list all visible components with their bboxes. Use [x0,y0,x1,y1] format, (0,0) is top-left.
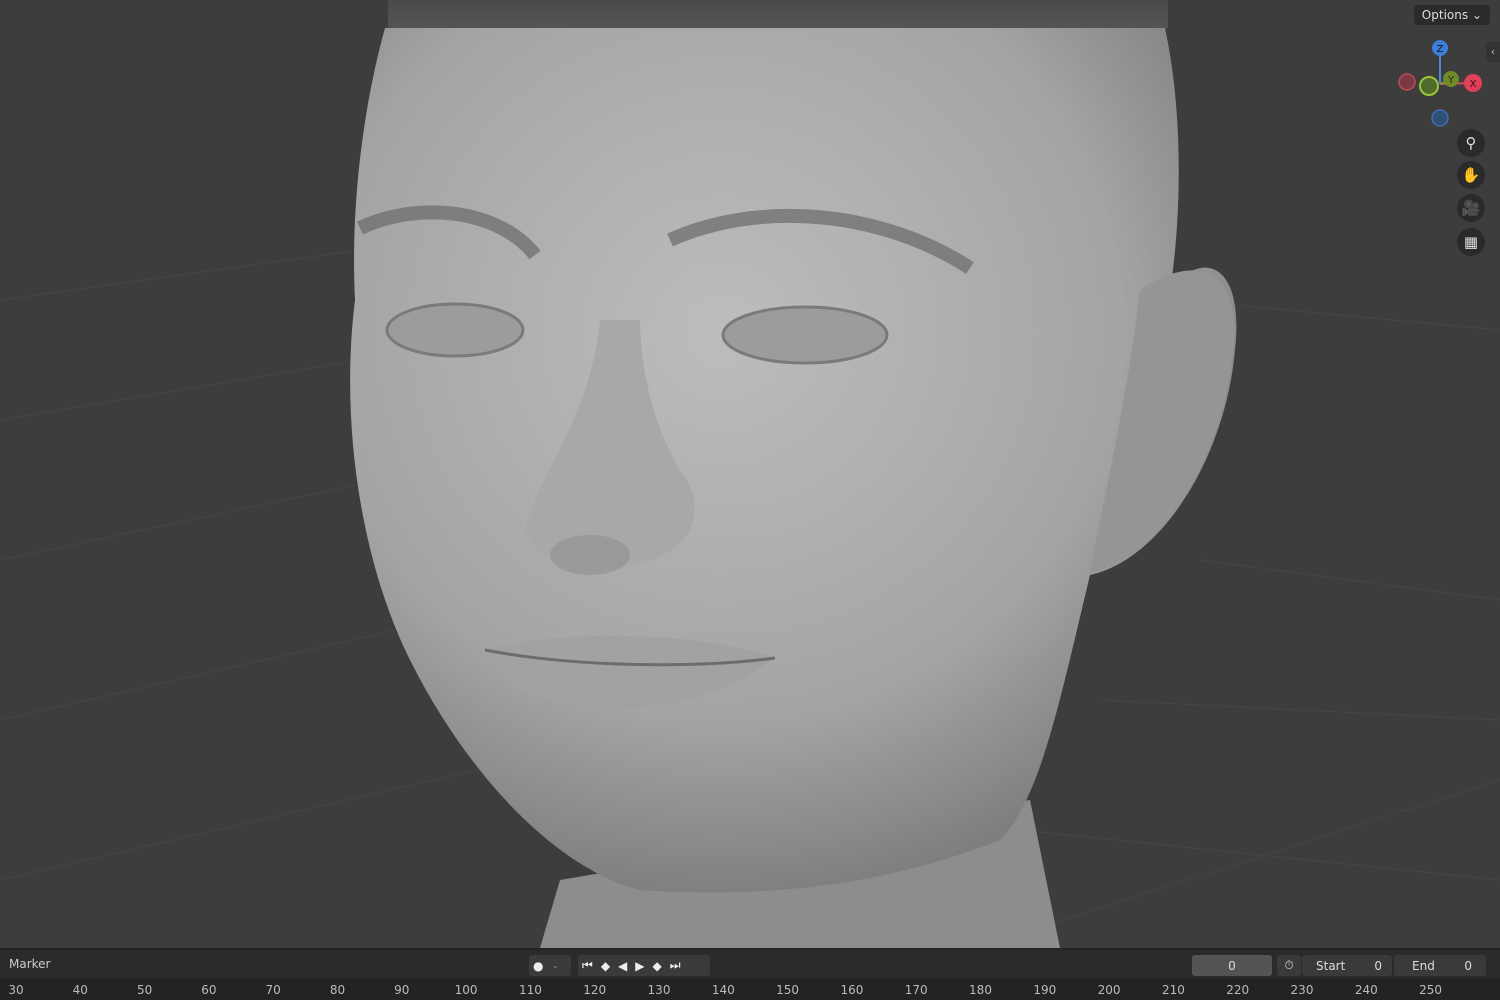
options-label: Options [1421,8,1469,22]
jump-start-icon[interactable]: ⏮ [578,958,597,973]
start-frame-field[interactable]: Start 0 [1302,955,1392,976]
auto-keying-toggle[interactable]: ● ⌄ [529,955,571,976]
prev-keyframe-icon[interactable]: ◆ [597,959,614,973]
current-frame-field[interactable]: 0 [1192,955,1272,976]
play-reverse-icon[interactable]: ◀ [614,959,631,973]
grid-ortho-icon[interactable]: ▦ [1457,228,1485,256]
z-axis-label: Z [1437,44,1444,55]
ruler-tick: 200 [1097,983,1121,997]
chevron-down-icon: ⌄ [1471,8,1482,22]
ruler-tick: 60 [201,983,217,997]
timeline-header: Marker ● ⌄ ⏮ ◆ ◀ ▶ ◆ ⏭ 0 ⏱ Start 0 End 0 [0,950,1500,978]
end-value: 0 [1464,958,1472,973]
ruler-tick: 150 [776,983,800,997]
start-label: Start [1316,958,1346,973]
ruler-tick: 180 [969,983,992,997]
ruler-tick: 230 [1290,983,1314,997]
ruler-tick: 160 [840,983,864,997]
play-icon[interactable]: ▶ [631,959,648,973]
ruler-tick: 250 [1419,983,1443,997]
start-value: 0 [1374,958,1382,973]
next-keyframe-icon[interactable]: ◆ [649,959,666,973]
ruler-tick: 140 [711,983,735,997]
end-frame-field[interactable]: End 0 [1394,955,1486,976]
ruler-tick: 240 [1354,983,1378,997]
ruler-tick: 30 [8,983,24,997]
axis-gizmo[interactable]: Y Z X [1395,36,1490,131]
record-icon[interactable]: ● [529,959,547,973]
neg-z-axis-icon[interactable] [1431,109,1449,127]
jump-end-icon[interactable]: ⏭ [666,958,685,973]
frame-ruler[interactable]: 30 40 50 60 70 80 90 100 110 120 130 140 150 160 170 18… [0,978,1500,1000]
ruler-tick: 210 [1161,983,1185,997]
ruler-tick: 80 [329,983,346,997]
ruler-tick: 40 [72,983,88,997]
ruler-tick: 120 [583,983,607,997]
3d-viewport[interactable]: Options ⌄ ‹ Y Z X ⚲ ✋ 🎥 ▦ [0,0,1500,948]
options-dropdown[interactable]: Options ⌄ [1413,5,1490,25]
neg-x-axis-icon[interactable] [1398,73,1416,91]
ruler-tick: 90 [394,983,410,997]
scene-render [0,0,1500,948]
x-axis-label: X [1470,79,1477,90]
chevron-down-icon[interactable]: ⌄ [547,961,563,971]
zoom-icon[interactable]: ⚲ [1457,129,1485,157]
stopwatch-icon[interactable]: ⏱ [1277,955,1301,976]
ruler-tick: 50 [136,983,153,997]
camera-icon[interactable]: 🎥 [1457,194,1485,222]
end-label: End [1412,958,1435,973]
ruler-tick: 100 [454,983,478,997]
ruler-tick: 70 [265,983,281,997]
hand-pan-icon[interactable]: ✋ [1457,161,1485,189]
playback-controls: ⏮ ◆ ◀ ▶ ◆ ⏭ [578,955,710,976]
marker-menu[interactable]: Marker [9,957,50,971]
ruler-tick: 190 [1033,983,1057,997]
ruler-tick: 130 [647,983,671,997]
timeline: Marker ● ⌄ ⏮ ◆ ◀ ▶ ◆ ⏭ 0 ⏱ Start 0 End 0 30… [0,948,1500,1000]
ruler-tick: 170 [904,983,928,997]
y-axis-label: Y [1447,75,1455,86]
ruler-tick: 110 [518,983,542,997]
ruler-tick: 220 [1226,983,1250,997]
neg-y-axis-icon[interactable] [1419,76,1439,96]
